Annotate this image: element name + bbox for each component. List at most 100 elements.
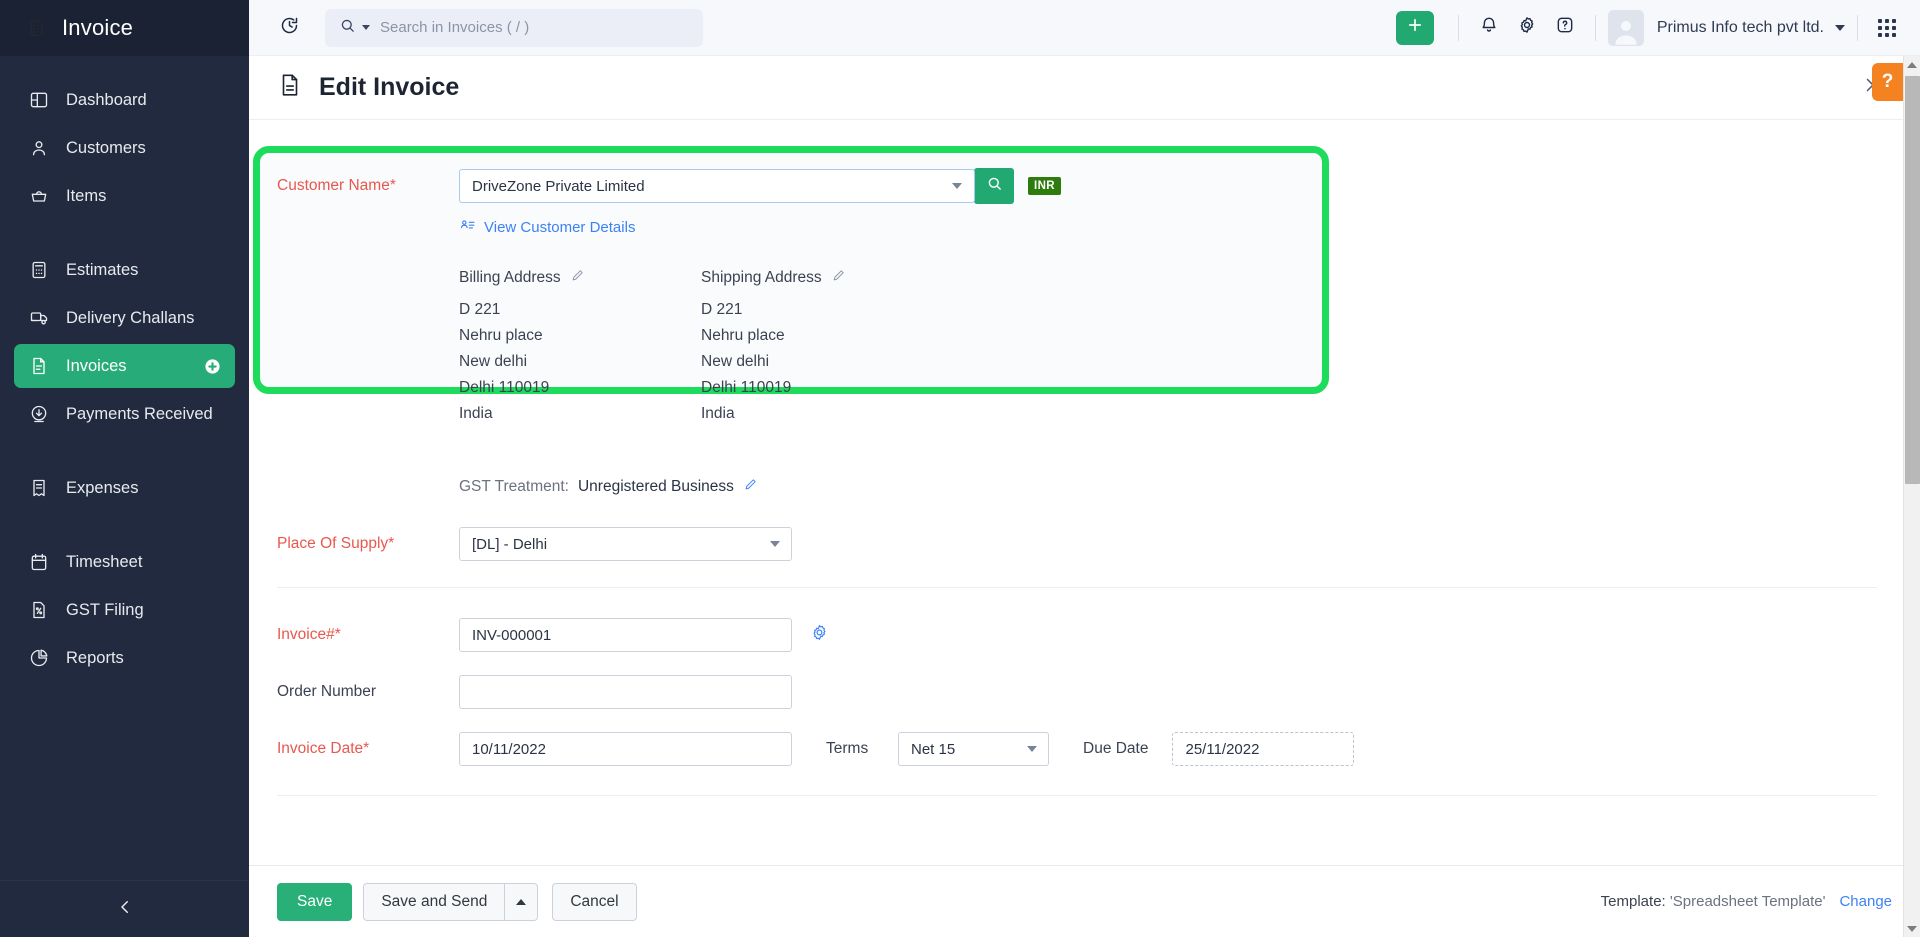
search-container[interactable] [325, 8, 703, 47]
notifications-button[interactable] [1471, 10, 1507, 46]
terms-value-box[interactable]: Net 15 [898, 732, 1049, 766]
pencil-icon[interactable] [743, 477, 758, 497]
brand[interactable]: Invoice [0, 0, 249, 56]
nav-group-3: Expenses [0, 464, 249, 512]
document-icon [28, 355, 50, 377]
sidebar-item-label: Delivery Challans [66, 308, 195, 327]
template-label: Template: 'Spreadsheet Template' [1601, 893, 1826, 910]
save-and-send-dropdown-button[interactable] [504, 882, 539, 921]
sidebar-item-timesheet[interactable]: Timesheet [14, 540, 235, 584]
sidebar-collapse-button[interactable] [0, 880, 249, 937]
topbar-right: Primus Info tech pvt ltd. [1395, 9, 1904, 46]
nav-group-4: Timesheet GST Filing Reports [0, 538, 249, 682]
sidebar-item-invoices[interactable]: Invoices [14, 344, 235, 388]
place-of-supply-select[interactable]: [DL] - Delhi [459, 527, 792, 561]
invoice-date-input[interactable] [459, 732, 792, 766]
terms-select[interactable]: Net 15 [898, 732, 1049, 766]
org-name[interactable]: Primus Info tech pvt ltd. [1657, 19, 1824, 37]
pencil-icon[interactable] [570, 268, 585, 288]
view-customer-details-link[interactable]: View Customer Details [459, 217, 635, 238]
address-line: Delhi 110019 [701, 379, 792, 396]
help-side-tab[interactable]: ? [1872, 63, 1903, 101]
plus-icon [1406, 16, 1424, 39]
pencil-icon[interactable] [831, 268, 846, 288]
nav-divider-space [0, 438, 249, 464]
invoice-number-settings-button[interactable] [810, 623, 829, 647]
save-button[interactable]: Save [277, 882, 353, 921]
cancel-button[interactable]: Cancel [552, 882, 637, 921]
sidebar-item-label: Reports [66, 648, 124, 667]
sidebar-item-delivery-challans[interactable]: Delivery Challans [14, 296, 235, 340]
basket-icon [28, 185, 50, 207]
sidebar-item-payments-received[interactable]: Payments Received [14, 392, 235, 436]
due-date-field[interactable]: 25/11/2022 [1172, 732, 1355, 766]
address-line: D 221 [459, 301, 501, 318]
customer-section-wrap: Customer Name* DriveZone Private Limited [249, 146, 1920, 457]
due-date-label: Due Date [1083, 740, 1149, 757]
app-root: Invoice Dashboard Customers Items Estima… [0, 0, 1920, 937]
settings-button[interactable] [1509, 10, 1545, 46]
invoice-number-input[interactable] [459, 618, 792, 652]
sidebar-item-label: Invoices [66, 356, 127, 375]
clock-rewind-icon [279, 15, 300, 41]
sidebar-item-label: Dashboard [66, 90, 147, 109]
form-content: Customer Name* DriveZone Private Limited [249, 120, 1920, 865]
scroll-up-arrow[interactable] [1904, 56, 1920, 73]
customer-search-button[interactable] [974, 168, 1014, 204]
avatar[interactable] [1607, 9, 1644, 46]
sidebar-item-estimates[interactable]: Estimates [14, 248, 235, 292]
view-customer-details-label: View Customer Details [484, 219, 636, 236]
sidebar-item-label: Customers [66, 138, 146, 157]
customer-name-control: DriveZone Private Limited INR [459, 168, 1062, 204]
customer-name-label: Customer Name* [277, 177, 396, 194]
billing-address-title: Billing Address [459, 269, 561, 286]
shipping-address-header: Shipping Address [701, 268, 943, 288]
brand-title: Invoice [62, 15, 134, 40]
user-icon [28, 137, 50, 159]
divider [1857, 14, 1858, 41]
gst-treatment-row: GST Treatment: Unregistered Business [459, 477, 1920, 497]
contact-card-icon [459, 217, 476, 238]
pie-chart-icon [28, 647, 50, 669]
page-title: Edit Invoice [319, 73, 460, 101]
order-number-input[interactable] [459, 675, 792, 709]
place-of-supply-value-box[interactable]: [DL] - Delhi [459, 527, 792, 561]
help-button[interactable] [1547, 10, 1583, 46]
save-and-send-button[interactable]: Save and Send [363, 882, 505, 921]
template-name: 'Spreadsheet Template' [1669, 893, 1826, 910]
plus-circle-icon[interactable] [204, 358, 221, 375]
dashboard-icon [28, 89, 50, 111]
sidebar-item-label: Expenses [66, 478, 139, 497]
customer-name-select[interactable]: DriveZone Private Limited [459, 169, 975, 203]
scrollbar-thumb[interactable] [1905, 76, 1920, 484]
sidebar-item-dashboard[interactable]: Dashboard [14, 78, 235, 122]
gear-icon [1517, 15, 1537, 40]
chevron-down-icon[interactable] [1835, 24, 1845, 31]
sidebar-item-items[interactable]: Items [14, 174, 235, 218]
address-line: Delhi 110019 [459, 379, 550, 396]
change-template-link[interactable]: Change [1839, 893, 1892, 910]
invoice-date-row: Invoice Date* Terms Net 15 Due Date 25/1… [249, 732, 1920, 766]
footer-actions: Save Save and Send Cancel Template: 'Spr… [249, 865, 1920, 937]
billing-address: Billing Address D 221 Nehru place New de… [459, 268, 701, 427]
search-input[interactable] [380, 19, 689, 36]
question-icon [1555, 15, 1575, 40]
history-button[interactable] [271, 10, 307, 46]
scroll-down-arrow[interactable] [1904, 920, 1920, 937]
vertical-scrollbar[interactable] [1903, 56, 1920, 937]
gst-treatment-value: Unregistered Business [577, 478, 734, 495]
sidebar-item-gst-filing[interactable]: GST Filing [14, 588, 235, 632]
add-new-button[interactable] [1395, 10, 1434, 45]
calculator-icon [28, 259, 50, 281]
sidebar-item-expenses[interactable]: Expenses [14, 466, 235, 510]
gst-treatment-label: GST Treatment: [459, 478, 569, 495]
page-header: Edit Invoice [249, 56, 1920, 120]
divider [1457, 14, 1459, 41]
apps-grid-icon[interactable] [1870, 11, 1904, 45]
sidebar-item-reports[interactable]: Reports [14, 636, 235, 680]
sidebar-item-label: Items [66, 186, 107, 205]
search-icon [339, 17, 356, 39]
sidebar-item-customers[interactable]: Customers [14, 126, 235, 170]
search-scope-caret-icon[interactable] [362, 25, 370, 30]
nav-group-1: Dashboard Customers Items [0, 76, 249, 220]
